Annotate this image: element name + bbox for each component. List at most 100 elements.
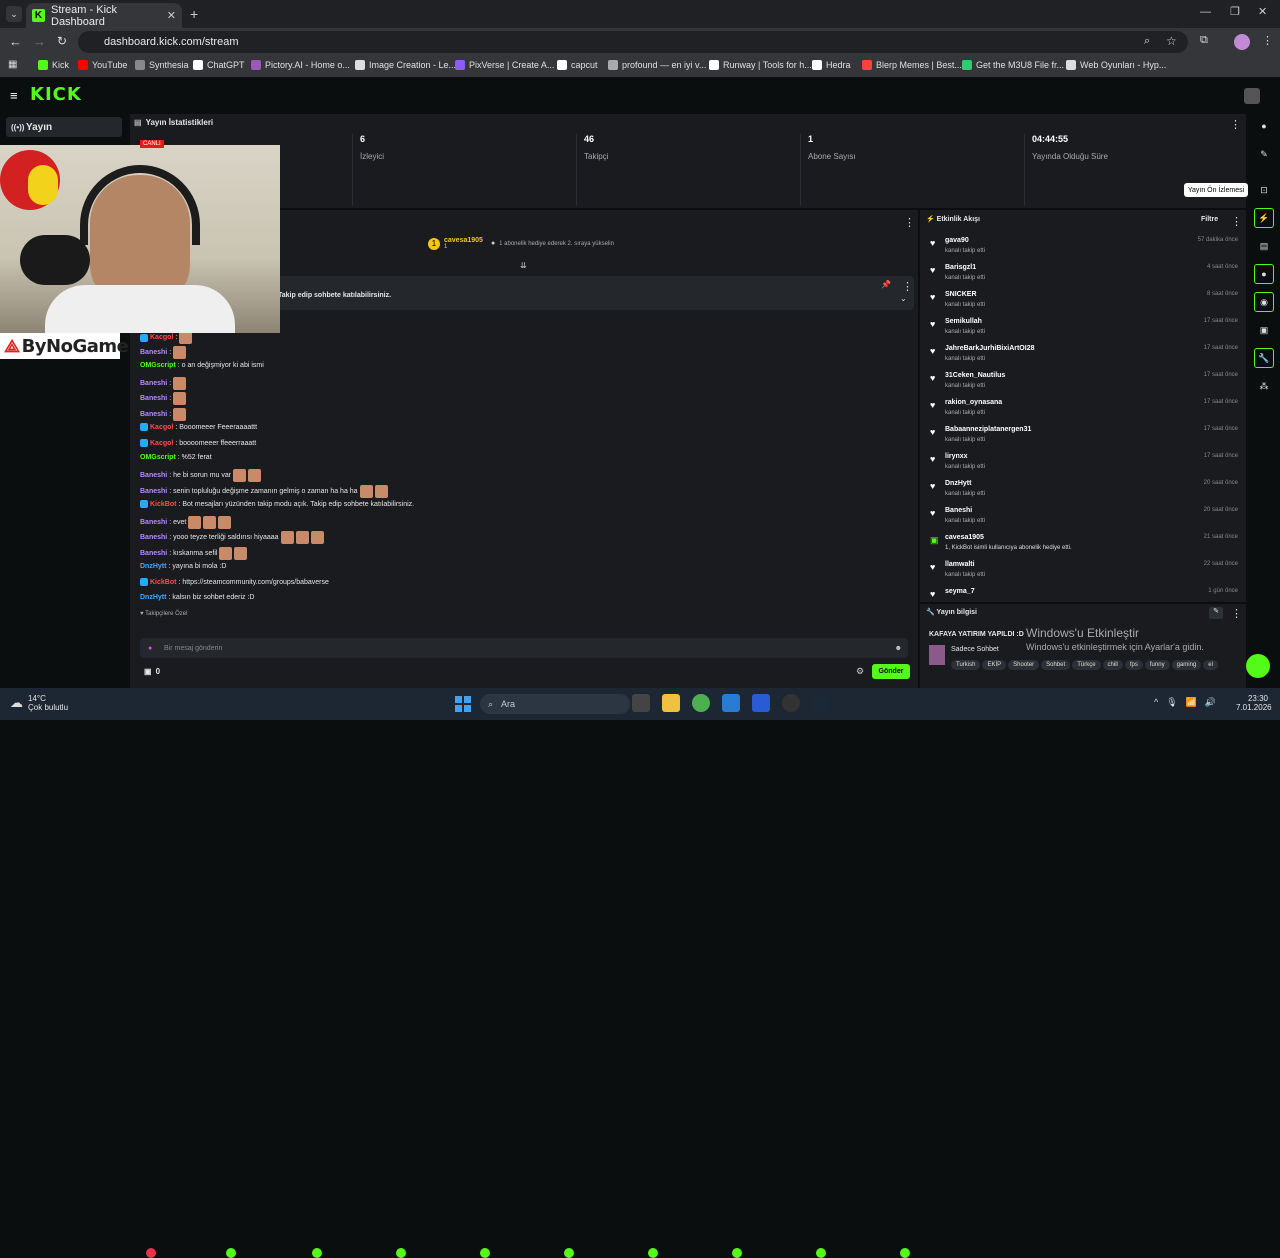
- tag-chip[interactable]: Turkish: [951, 660, 981, 670]
- activity-toggle-icon[interactable]: ⚡: [1254, 208, 1274, 228]
- chat-username[interactable]: OMGscript: [140, 362, 176, 369]
- pinned-menu-icon[interactable]: ⋮: [902, 280, 913, 293]
- pin-icon[interactable]: 📌: [881, 280, 891, 289]
- activity-item[interactable]: ♥ rakion_oynasana kanalı takip etti 17 saat…: [928, 399, 1240, 426]
- bookmark-item[interactable]: Get the M3U8 File fr...: [962, 60, 1064, 70]
- filter-button[interactable]: Filtre: [1201, 216, 1218, 223]
- bookmark-item[interactable]: capcut: [557, 60, 598, 70]
- activity-user[interactable]: seyma_7: [945, 588, 975, 595]
- tag-chip[interactable]: chill: [1102, 660, 1123, 670]
- profile-avatar[interactable]: [1234, 34, 1250, 50]
- tray-icons[interactable]: ^🎙📶🔊: [1154, 697, 1224, 708]
- pencil-icon[interactable]: ✎: [1254, 144, 1274, 164]
- expand-chevron-icon[interactable]: ⌄: [900, 294, 907, 303]
- info-circle-icon[interactable]: ●: [1254, 116, 1274, 136]
- bookmark-item[interactable]: Runway | Tools for h...: [709, 60, 812, 70]
- activity-user[interactable]: 31Ceken_Nautilus: [945, 372, 1005, 379]
- points-display[interactable]: ▣ 0: [144, 667, 160, 676]
- archive-icon[interactable]: ▣: [1254, 320, 1274, 340]
- hamburger-menu-icon[interactable]: ≡: [10, 88, 18, 103]
- activity-item[interactable]: ▣ cavesa1905 1, KickBot isimli kullanıcıya…: [928, 534, 1240, 561]
- browser-menu-icon[interactable]: ⋮: [1262, 34, 1273, 47]
- chat-username[interactable]: Baneshi: [140, 395, 167, 402]
- bookmark-star-icon[interactable]: ☆: [1166, 34, 1177, 48]
- reload-icon[interactable]: ↻: [57, 34, 67, 48]
- activity-user[interactable]: Barisgzl1: [945, 264, 976, 271]
- close-tab-icon[interactable]: ✕: [167, 9, 176, 22]
- leaderboard-top[interactable]: 1 cavesa1905 1 ● 1 abonelik hediye ederek…: [428, 237, 614, 250]
- chat-username[interactable]: Baneshi: [140, 519, 167, 526]
- activity-user[interactable]: JahreBarkJurhiBixiArtOI28: [945, 345, 1034, 352]
- start-button[interactable]: [455, 696, 471, 712]
- tag-chip[interactable]: gaming: [1171, 660, 1202, 670]
- activity-item[interactable]: ♥ gava90 kanalı takip etti 57 dakika önce: [928, 237, 1240, 264]
- info-menu-icon[interactable]: ⋮: [1231, 607, 1242, 620]
- activity-item[interactable]: ♥ JahreBarkJurhiBixiArtOI28 kanalı takip e…: [928, 345, 1240, 372]
- bookmark-item[interactable]: profound — en iyi v...: [608, 60, 706, 70]
- activity-item[interactable]: ♥ lirynxx kanalı takip etti 17 saat önce: [928, 453, 1240, 480]
- clock[interactable]: 23:30 7.01.2026: [1236, 694, 1272, 712]
- chat-username[interactable]: Baneshi: [140, 411, 167, 418]
- emote-picker-icon[interactable]: ●: [148, 645, 152, 652]
- broadcast-toggle-icon[interactable]: ◉: [1254, 292, 1274, 312]
- chrome-icon[interactable]: [692, 694, 710, 712]
- activity-user[interactable]: Baneshi: [945, 507, 972, 514]
- activity-user[interactable]: DnzHytt: [945, 480, 971, 487]
- chat-settings-icon[interactable]: ⚙: [856, 666, 864, 677]
- forward-icon[interactable]: →: [33, 34, 46, 49]
- extensions-icon[interactable]: ⧉: [1200, 34, 1208, 47]
- chat-username[interactable]: KickBot: [150, 579, 176, 586]
- bookmark-item[interactable]: Web Oyunları - Hyp...: [1066, 60, 1166, 70]
- tag-chip[interactable]: Shooter: [1008, 660, 1040, 670]
- bookmark-item[interactable]: YouTube: [78, 60, 127, 70]
- back-icon[interactable]: ←: [9, 34, 22, 49]
- maximize-icon[interactable]: ❐: [1230, 5, 1240, 18]
- edit-info-icon[interactable]: ✎: [1209, 607, 1223, 619]
- activity-item[interactable]: ♥ DnzHytt kanalı takip etti 20 saat önce: [928, 480, 1240, 507]
- bookmark-item[interactable]: Hedra: [812, 60, 851, 70]
- url-bar[interactable]: dashboard.kick.com/stream: [78, 31, 1188, 53]
- smiley-icon[interactable]: ☻: [895, 645, 902, 652]
- activity-item[interactable]: ♥ 31Ceken_Nautilus kanalı takip etti 17 saa…: [928, 372, 1240, 399]
- new-tab-button[interactable]: +: [190, 6, 198, 22]
- user-avatar[interactable]: [1244, 88, 1260, 104]
- bookmark-item[interactable]: Blerp Memes | Best...: [862, 60, 962, 70]
- file-explorer-icon[interactable]: [662, 694, 680, 712]
- activity-user[interactable]: SNICKER: [945, 291, 977, 298]
- activity-item[interactable]: ♥ SNICKER kanalı takip etti 8 saat önce: [928, 291, 1240, 318]
- taskbar-search[interactable]: ⌕ Ara: [480, 694, 630, 714]
- chat-username[interactable]: Baneshi: [140, 550, 167, 557]
- chat-username[interactable]: Kacgol: [150, 334, 173, 341]
- tag-chip[interactable]: EKİP: [982, 660, 1007, 670]
- bookmark-item[interactable]: ChatGPT: [193, 60, 245, 70]
- bookmark-item[interactable]: Kick: [38, 60, 69, 70]
- activity-item[interactable]: ♥ Semikullah kanalı takip etti 17 saat önce: [928, 318, 1240, 345]
- chat-username[interactable]: Kacgol: [150, 440, 173, 447]
- tag-chip[interactable]: fps: [1124, 660, 1143, 670]
- activity-user[interactable]: gava90: [945, 237, 969, 244]
- chat-username[interactable]: Baneshi: [140, 488, 167, 495]
- chat-bubble-button[interactable]: [1246, 654, 1270, 678]
- chat-username[interactable]: Kacgol: [150, 424, 173, 431]
- minimize-icon[interactable]: —: [1200, 6, 1211, 18]
- browser-tab[interactable]: K Stream - Kick Dashboard ✕: [26, 3, 182, 28]
- bookmark-item[interactable]: Image Creation - Le...: [355, 60, 456, 70]
- outlook-icon[interactable]: [722, 694, 740, 712]
- chat-toggle-icon[interactable]: ●: [1254, 264, 1274, 284]
- tag-chip[interactable]: funny: [1144, 660, 1170, 670]
- activity-user[interactable]: rakion_oynasana: [945, 399, 1002, 406]
- stats-menu-icon[interactable]: ⋮: [1230, 118, 1241, 131]
- activity-user[interactable]: llamwalti: [945, 561, 975, 568]
- chat-username[interactable]: KickBot: [150, 501, 176, 508]
- activity-item[interactable]: ♥ Baneshi kanalı takip etti 20 saat önce: [928, 507, 1240, 534]
- nav-item-stream[interactable]: ((•)) Yayın: [6, 117, 122, 137]
- notes-icon[interactable]: ▤: [1254, 236, 1274, 256]
- tools-toggle-icon[interactable]: 🔧: [1254, 348, 1274, 368]
- close-window-icon[interactable]: ✕: [1258, 5, 1267, 18]
- tag-chip[interactable]: el: [1203, 660, 1218, 670]
- bookmark-item[interactable]: PixVerse | Create A...: [455, 60, 554, 70]
- activity-user[interactable]: Babaanneziplatanergen31: [945, 426, 1031, 433]
- activity-menu-icon[interactable]: ⋮: [1231, 215, 1242, 228]
- apps-grid-icon[interactable]: ▦: [8, 59, 17, 70]
- chat-username[interactable]: Baneshi: [140, 349, 167, 356]
